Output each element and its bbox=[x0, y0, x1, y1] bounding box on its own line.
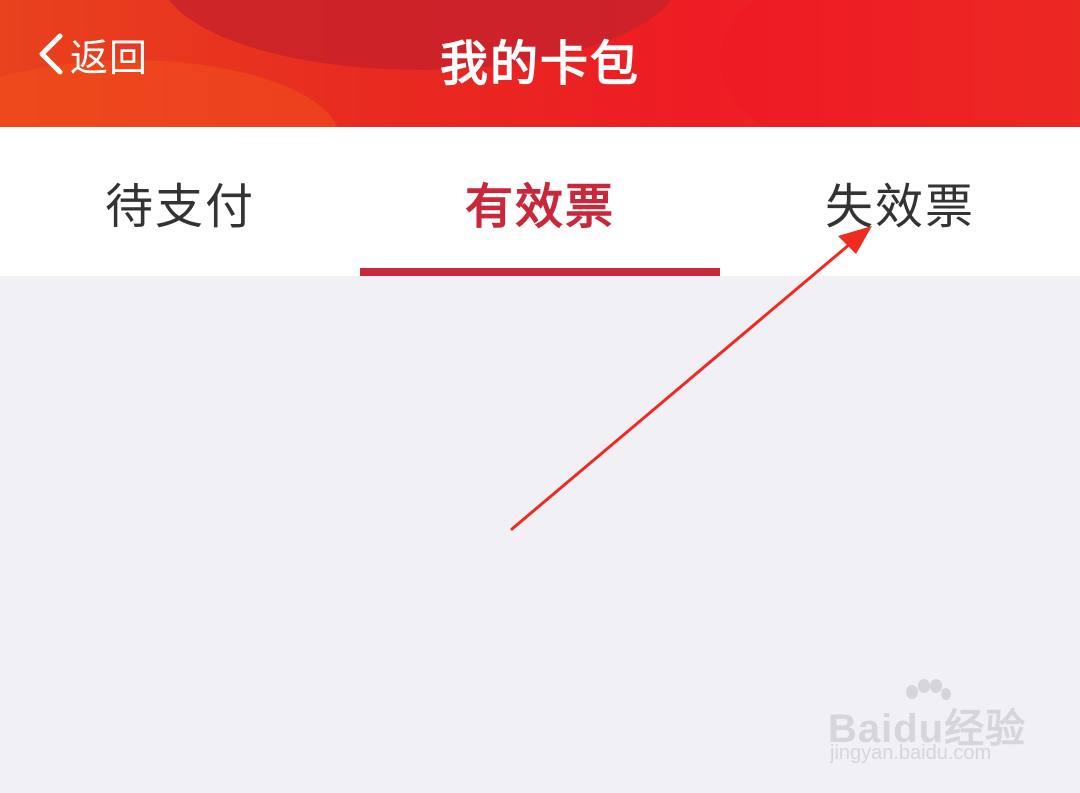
watermark-url: jingyan.baidu.com bbox=[830, 742, 992, 764]
baidu-jingyan-watermark: Baidu经验 jingyan.baidu.com bbox=[828, 676, 1038, 776]
annotation-arrow bbox=[510, 226, 872, 531]
